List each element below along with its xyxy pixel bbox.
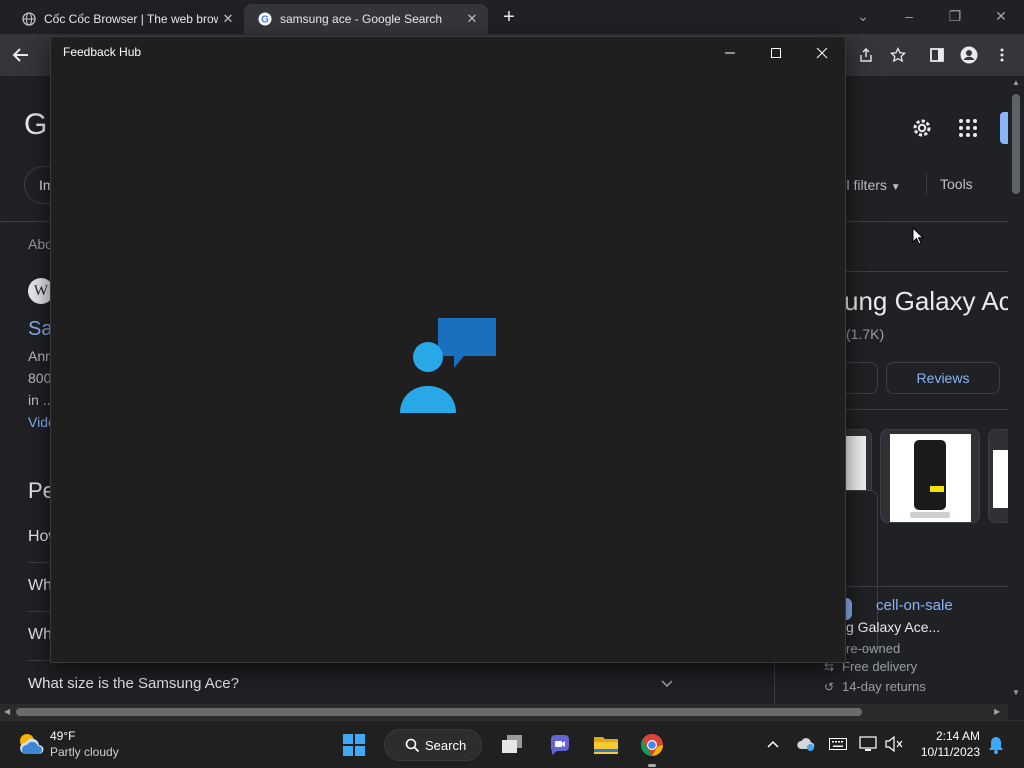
vertical-scrollbar[interactable]: ▲ ▼ — [1008, 76, 1024, 704]
returns-label: 14-day returns — [842, 679, 926, 694]
taskbar-search-box[interactable]: Search — [384, 729, 482, 761]
tab-search-chevron-icon[interactable]: ⌄ — [848, 4, 878, 28]
product-image-card[interactable] — [988, 429, 1009, 523]
scrollbar-thumb[interactable] — [16, 708, 862, 716]
minimize-icon[interactable] — [707, 39, 753, 67]
product-image-card[interactable] — [880, 429, 980, 523]
keyboard-icon[interactable] — [828, 735, 848, 753]
desktop: Cốc Cốc Browser | The web brow ✕ G samsu… — [0, 0, 1024, 768]
globe-icon — [22, 12, 36, 26]
scroll-right-arrow-icon[interactable]: ▶ — [994, 707, 1000, 716]
scrollbar-thumb[interactable] — [1012, 94, 1020, 194]
clock-time[interactable]: 2:14 AM — [920, 729, 980, 743]
onedrive-icon[interactable] — [796, 735, 816, 753]
window-title: Feedback Hub — [63, 45, 142, 59]
restore-browser-icon[interactable]: ❐ — [940, 4, 970, 28]
overview-button[interactable] — [846, 362, 878, 394]
menu-kebab-icon[interactable] — [991, 44, 1013, 66]
dropdown-arrow-icon: ▼ — [890, 182, 901, 193]
weather-desc[interactable]: Partly cloudy — [50, 745, 119, 759]
share-icon[interactable] — [855, 44, 877, 66]
google-logo[interactable]: G — [24, 108, 47, 142]
close-tab-icon[interactable]: ✕ — [462, 9, 482, 29]
feedback-hub-window: Feedback Hub — [50, 36, 846, 663]
profile-icon[interactable] — [958, 44, 980, 66]
reviews-button[interactable]: Reviews — [886, 362, 1000, 394]
phone-image — [890, 434, 971, 522]
browser-tab-strip: Cốc Cốc Browser | The web brow ✕ G samsu… — [0, 0, 1024, 34]
returns-icon: ↺ — [824, 680, 835, 694]
rating-count: (1.7K) — [846, 326, 885, 342]
mouse-cursor — [912, 226, 925, 250]
chevron-down-icon[interactable] — [660, 676, 674, 695]
close-icon[interactable] — [799, 39, 845, 67]
network-icon[interactable] — [858, 735, 878, 753]
back-arrow-icon[interactable] — [10, 44, 32, 66]
task-view-icon[interactable] — [498, 731, 526, 759]
seller-logo — [846, 598, 852, 620]
running-indicator — [648, 764, 656, 767]
scroll-down-arrow-icon[interactable]: ▼ — [1012, 688, 1020, 697]
scroll-left-arrow-icon[interactable]: ◀ — [4, 707, 10, 716]
clock-date[interactable]: 10/11/2023 — [914, 745, 980, 759]
weather-temp[interactable]: 49°F — [50, 729, 75, 743]
svg-text:G: G — [261, 15, 269, 26]
seller-product: g Galaxy Ace... — [846, 619, 941, 635]
product-photo — [993, 450, 1009, 508]
volume-muted-icon[interactable] — [884, 735, 904, 753]
notification-bell-icon[interactable] — [986, 735, 1006, 755]
settings-gear-icon[interactable] — [910, 116, 934, 145]
divider — [926, 174, 927, 194]
owned-label: re-owned — [846, 641, 901, 656]
tab-coccoc[interactable]: Cốc Cốc Browser | The web brow ✕ — [8, 4, 244, 34]
feedback-hub-logo-icon — [400, 317, 496, 418]
side-panel-icon[interactable] — [926, 44, 948, 66]
chrome-icon[interactable] — [638, 731, 666, 759]
search-icon — [405, 738, 420, 758]
maximize-icon[interactable] — [753, 39, 799, 67]
result-title[interactable]: Sa — [28, 318, 52, 341]
file-explorer-icon[interactable] — [592, 731, 620, 759]
phone-body — [914, 440, 946, 510]
snippet-line: 800 — [28, 370, 52, 386]
search-label: Search — [425, 738, 467, 753]
close-tab-icon[interactable]: ✕ — [218, 9, 238, 29]
product-photo — [846, 436, 866, 496]
free-delivery-label: Free delivery — [842, 659, 918, 674]
tab-title: Cốc Cốc Browser | The web brow — [44, 12, 218, 26]
phone-stand — [910, 512, 950, 518]
paa-question[interactable]: What size is the Samsung Ace? — [28, 675, 239, 692]
show-hidden-icons-chevron-icon[interactable] — [764, 735, 782, 753]
price-sticker — [930, 486, 944, 492]
tab-google-search[interactable]: G samsung ace - Google Search ✕ — [244, 4, 488, 34]
apps-grid-icon[interactable] — [958, 118, 978, 143]
windows-taskbar: 49°F Partly cloudy Search 2:14 AM 10/11/… — [0, 720, 1024, 768]
new-tab-button[interactable]: + — [498, 6, 520, 28]
all-filters-button[interactable]: All filters ▼ — [834, 177, 901, 193]
bookmark-star-icon[interactable] — [887, 44, 909, 66]
tab-title: samsung ace - Google Search — [280, 12, 443, 26]
teams-chat-icon[interactable] — [546, 731, 574, 759]
seller-link[interactable]: cell-on-sale — [876, 597, 953, 614]
close-browser-icon[interactable]: ✕ — [986, 4, 1016, 28]
scroll-up-arrow-icon[interactable]: ▲ — [1012, 78, 1020, 87]
knowledge-panel-title: ung Galaxy Ac — [844, 286, 1012, 316]
partly-cloudy-icon[interactable] — [16, 730, 44, 758]
google-g-icon: G — [258, 12, 272, 26]
minimize-browser-icon[interactable]: – — [894, 4, 924, 28]
tools-button[interactable]: Tools — [940, 176, 973, 192]
sign-in-button[interactable] — [1000, 112, 1008, 144]
horizontal-scrollbar[interactable]: ◀ ▶ — [0, 704, 1008, 720]
windows-start-icon[interactable] — [340, 731, 368, 759]
